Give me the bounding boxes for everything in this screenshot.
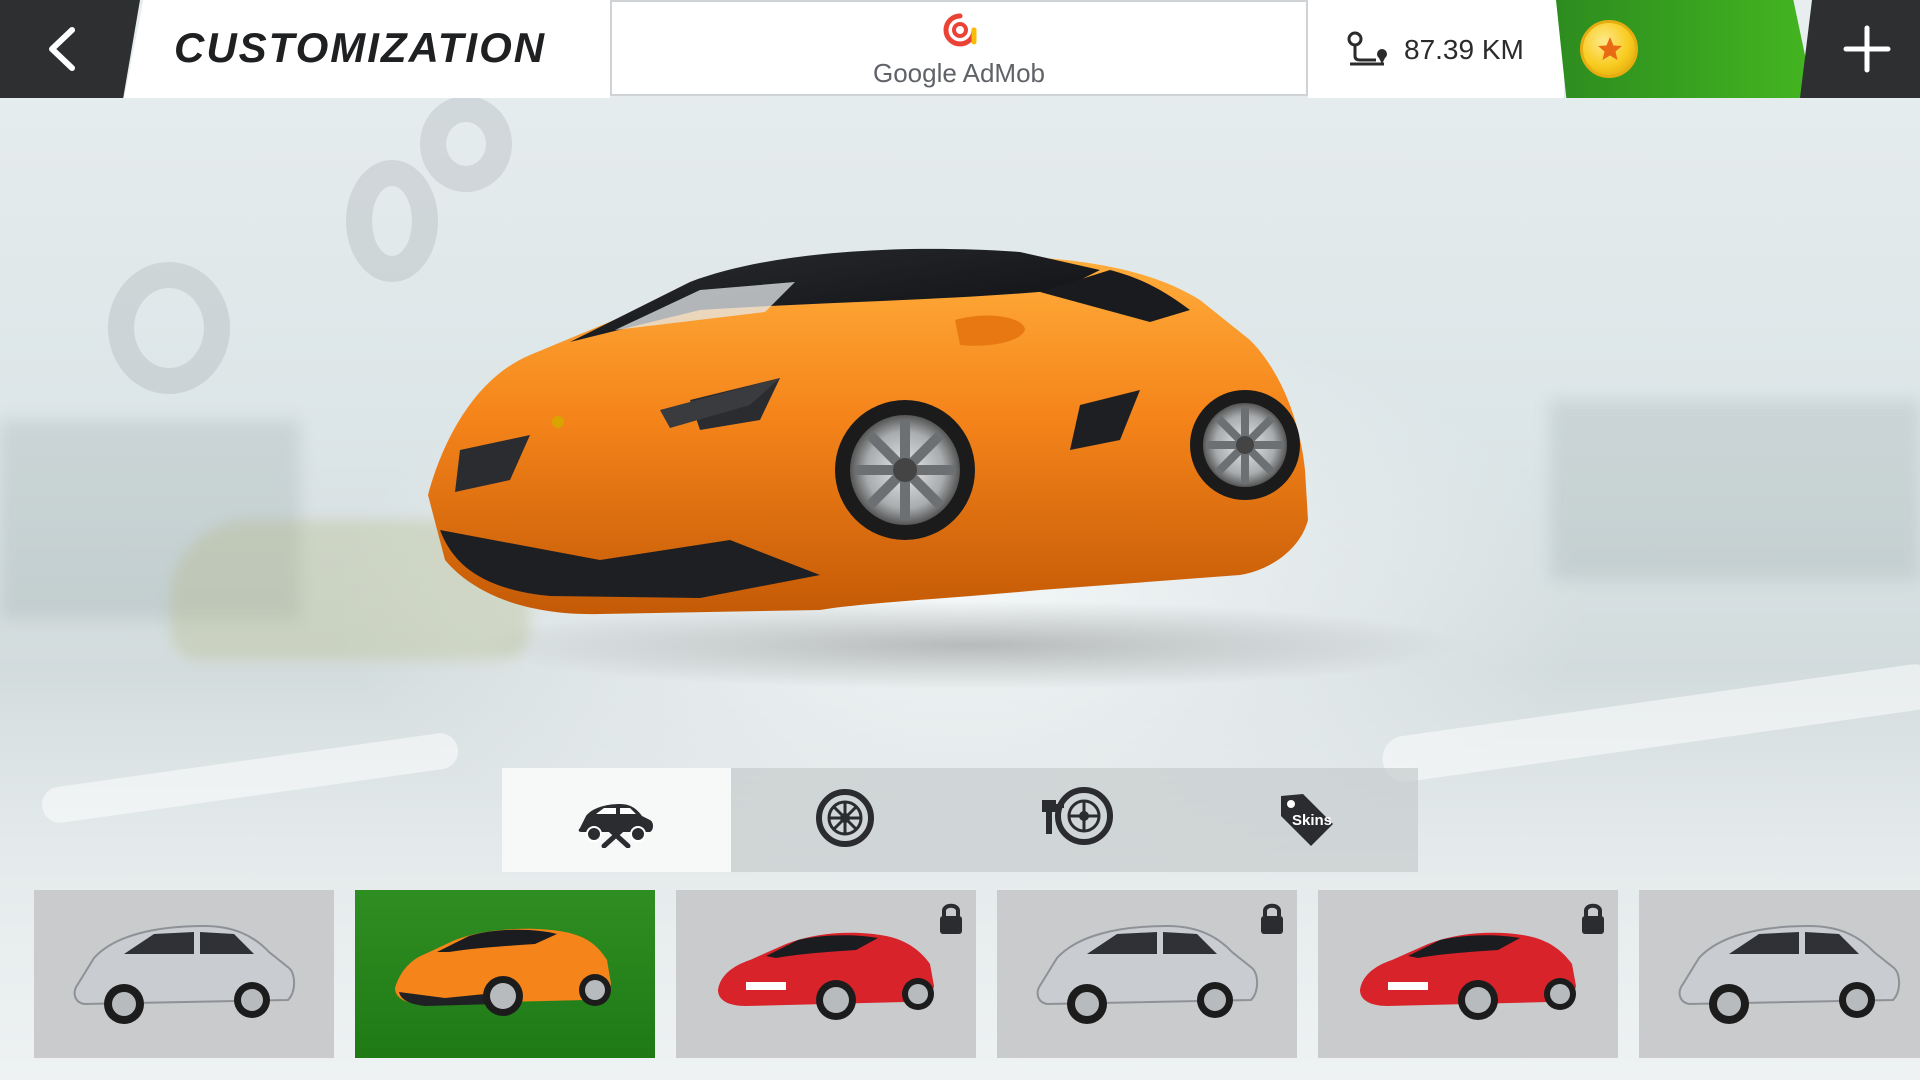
page-title: CUSTOMIZATION	[174, 24, 547, 71]
background-tire	[420, 96, 512, 192]
car-card[interactable]	[34, 890, 334, 1058]
car-thumbnail	[395, 928, 611, 1016]
background-snow-streak	[39, 730, 461, 826]
car-card-locked[interactable]	[997, 890, 1297, 1058]
top-bar: CUSTOMIZATION Google AdMob 87.39 KM	[0, 0, 1920, 98]
title-panel: CUSTOMIZATION	[124, 0, 610, 98]
coin-balance	[1556, 0, 1814, 98]
admob-logo-icon	[943, 13, 977, 47]
car-card-selected[interactable]	[355, 890, 655, 1058]
chevron-left-icon	[49, 27, 75, 71]
tab-skins[interactable]: Skins	[1189, 768, 1418, 872]
car-thumbnail	[718, 932, 934, 1020]
route-icon	[1347, 31, 1387, 66]
paint-wheel-icon	[1042, 787, 1113, 845]
wheel-icon	[816, 789, 874, 847]
customization-tabs: Skins	[502, 768, 1418, 872]
tab-wheels[interactable]	[731, 768, 960, 872]
car-card-locked[interactable]	[676, 890, 976, 1058]
hero-car-preview	[428, 248, 1308, 615]
car-thumbnail	[1036, 924, 1259, 1024]
car-tools-icon	[578, 804, 653, 848]
coin-star-icon	[1580, 20, 1638, 78]
tab-paint-wheels[interactable]	[960, 768, 1189, 872]
background-tire	[108, 262, 230, 394]
ad-label: Google AdMob	[872, 58, 1045, 88]
add-coins-button[interactable]	[1800, 0, 1920, 98]
car-thumbnail	[1678, 924, 1901, 1024]
car-card[interactable]	[1639, 890, 1920, 1058]
back-button[interactable]	[0, 0, 140, 98]
car-selection-strip	[0, 890, 1920, 1080]
car-card-locked[interactable]	[1318, 890, 1618, 1058]
lock-icon	[1582, 903, 1604, 934]
ad-banner[interactable]: Google AdMob	[610, 0, 1308, 96]
skins-label: Skins	[1292, 812, 1333, 829]
plus-icon	[1843, 25, 1891, 73]
distance-display: 87.39 KM	[1308, 0, 1564, 98]
lock-icon	[940, 903, 962, 934]
tab-body-upgrade[interactable]	[502, 768, 731, 872]
background-trees	[1550, 400, 1920, 580]
lock-icon	[1261, 903, 1283, 934]
car-thumbnail	[73, 924, 296, 1024]
distance-value: 87.39 KM	[1404, 34, 1524, 65]
car-thumbnail	[1360, 932, 1576, 1020]
